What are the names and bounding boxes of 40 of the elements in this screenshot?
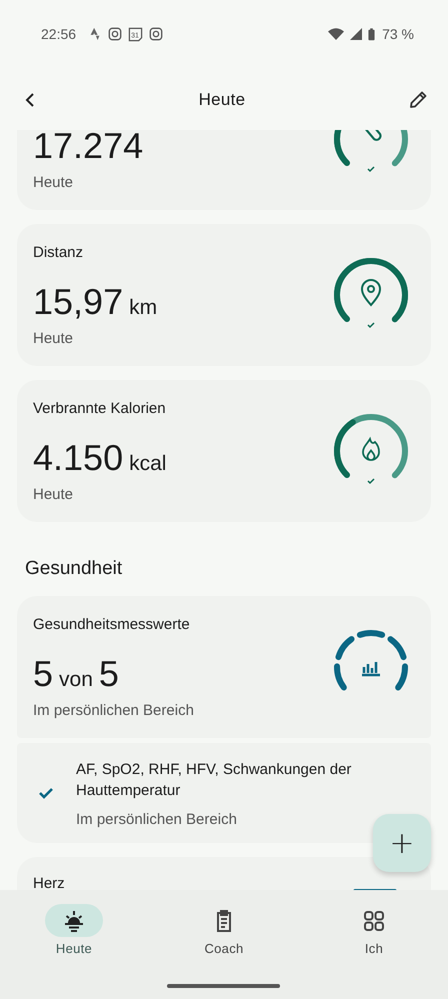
metric-value: 15,97 [33,282,124,322]
battery-icon [368,28,376,40]
metric-card[interactable]: Gesundheitsmesswerte 5 von 5 Im persönlichen Bereich [17,596,431,738]
wifi-icon [328,28,344,40]
metric-unit: von [59,668,93,692]
status-time: 22:56 [41,26,76,42]
metric-card[interactable]: Herz [17,857,431,890]
pencil-icon[interactable] [408,90,428,110]
metric-value: 5 [98,654,119,694]
metric-card[interactable]: Verbrannte Kalorien 4.150 kcal Heute [17,380,431,522]
nav-tab[interactable]: Ich [329,904,419,956]
metric-card[interactable]: Distanz 15,97 km Heute [17,224,431,366]
metric-unit: km [129,296,158,320]
metric-value: 4.150 [33,438,124,478]
camera-icon [108,27,122,41]
metric-value: 17.274 [33,130,144,166]
period-label: Im persönlichen Bereich [33,702,194,718]
camera-icon [149,27,164,41]
period-label: Heute [33,486,74,502]
card-title: Gesundheitsmesswerte [33,616,191,634]
sunrise-icon [62,908,86,932]
metric-value: 5 [33,654,54,694]
period-label: Heute [33,330,74,346]
card-title: Herz [33,875,65,890]
battery-percentage: 73 % [382,26,414,42]
signal-icon [350,28,362,40]
add-button[interactable]: + [373,814,431,872]
card-title: Verbrannte Kalorien [33,400,166,418]
section-heading: Gesundheit [25,558,124,580]
nav-tab[interactable]: Coach [179,904,269,956]
period-label: Heute [33,174,74,190]
detail-subtitle: Im persönlichen Bereich [76,810,238,828]
back-icon[interactable] [24,92,36,108]
detail-text: AF, SpO2, RHF, HFV, Schwankungen der Hauttemperatur [76,760,352,800]
grid-icon [362,908,386,932]
page-title: Heute [198,90,246,110]
nav-tab[interactable]: Heute [29,904,119,956]
card-title: Distanz [33,244,84,262]
metric-unit: kcal [129,452,166,476]
metric-card[interactable]: 17.274 Heute [17,130,431,210]
